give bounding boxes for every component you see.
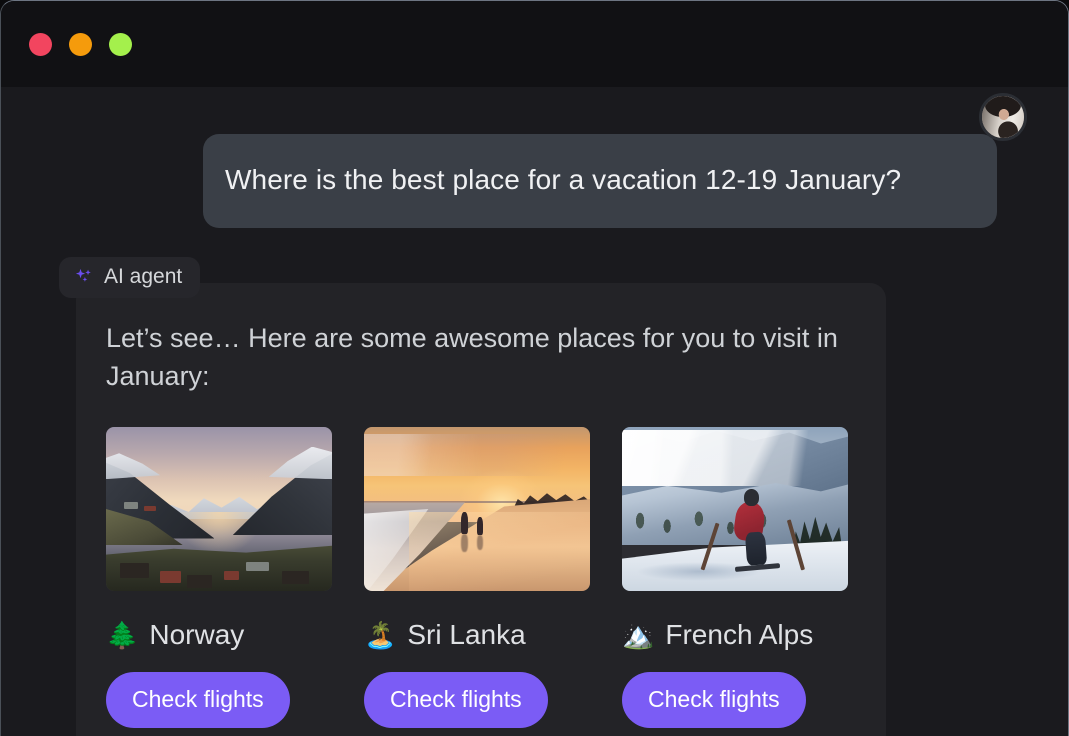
user-message-text: Where is the best place for a vacation 1… (225, 164, 902, 195)
user-message-row: Where is the best place for a vacation 1… (203, 93, 1027, 228)
app-window: Where is the best place for a vacation 1… (0, 0, 1069, 736)
ai-agent-badge-label: AI agent (104, 265, 183, 288)
destination-card-french-alps: 🏔️ French Alps Check flights (622, 427, 848, 728)
destination-label-norway: 🌲 Norway (106, 619, 332, 651)
close-window-button[interactable] (29, 32, 52, 56)
desert-island-icon: 🏝️ (364, 620, 397, 650)
destination-name: Sri Lanka (407, 619, 526, 650)
traffic-lights (29, 32, 132, 56)
ai-agent-badge: AI agent (59, 257, 201, 298)
destination-image-french-alps[interactable] (622, 427, 848, 591)
minimize-window-button[interactable] (69, 32, 92, 56)
destination-card-sri-lanka: 🏝️ Sri Lanka Check flights (364, 427, 590, 728)
destination-card-norway: 🌲 Norway Check flights (106, 427, 332, 728)
check-flights-button-french-alps[interactable]: Check flights (622, 672, 806, 728)
destination-label-french-alps: 🏔️ French Alps (622, 619, 848, 651)
title-bar (1, 1, 1068, 87)
check-flights-button-norway[interactable]: Check flights (106, 672, 290, 728)
destination-name: Norway (149, 619, 245, 650)
destination-name: French Alps (665, 619, 814, 650)
agent-response-text: Let’s see… Here are some awesome places … (106, 323, 838, 391)
sparkles-icon (75, 268, 91, 282)
destination-image-sri-lanka[interactable] (364, 427, 590, 591)
user-message-bubble: Where is the best place for a vacation 1… (203, 134, 997, 228)
destination-cards: 🌲 Norway Check flights 🏝️ Sri Lanka Chec… (106, 427, 856, 728)
maximize-window-button[interactable] (109, 32, 132, 56)
evergreen-tree-icon: 🌲 (106, 620, 139, 650)
avatar-photo (982, 96, 1024, 138)
destination-image-norway[interactable] (106, 427, 332, 591)
chat-thread: Where is the best place for a vacation 1… (1, 87, 1068, 736)
agent-response-card: Let’s see… Here are some awesome places … (76, 283, 886, 736)
destination-label-sri-lanka: 🏝️ Sri Lanka (364, 619, 590, 651)
snow-capped-mountain-icon: 🏔️ (622, 620, 655, 650)
check-flights-button-sri-lanka[interactable]: Check flights (364, 672, 548, 728)
user-avatar[interactable] (979, 93, 1027, 141)
